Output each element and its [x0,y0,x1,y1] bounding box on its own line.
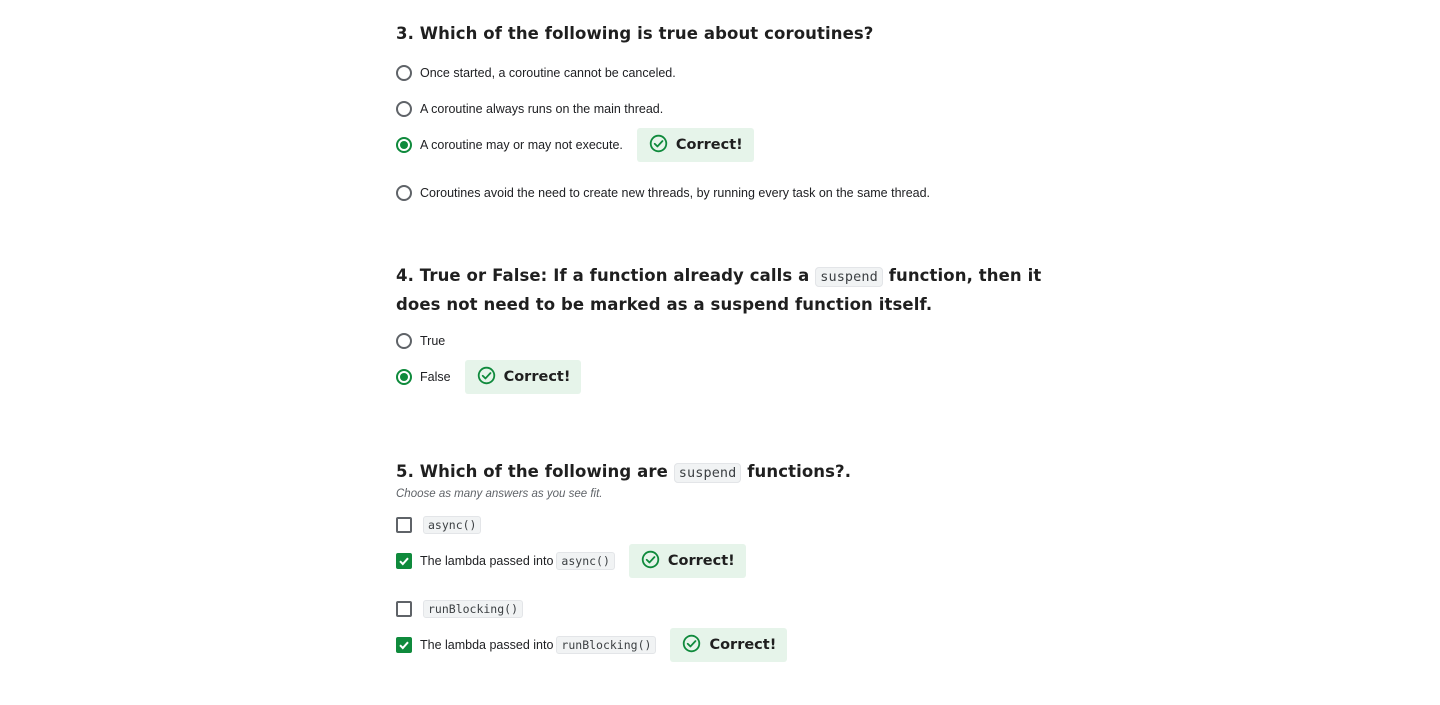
question-title: 5. Which of the following are suspend fu… [396,458,1046,487]
check-circle-icon [682,634,701,657]
question-4: 4. True or False: If a function already … [396,262,1046,394]
code-snippet: suspend [815,267,883,287]
q5-option-3[interactable]: runBlocking() [396,592,524,626]
option-text: The lambda passed into [420,638,554,652]
option-label: Once started, a coroutine cannot be canc… [420,66,676,80]
checkbox-checked[interactable] [396,637,412,653]
correct-label: Correct! [709,637,777,653]
option-label: A coroutine may or may not execute. [420,138,623,152]
correct-label: Correct! [667,553,735,569]
correct-feedback: Correct! [628,544,746,578]
radio-button[interactable] [396,185,412,201]
radio-button-selected[interactable] [396,369,412,385]
check-circle-icon [477,366,496,389]
question-title: 3. Which of the following is true about … [396,24,874,43]
option-label: A coroutine always runs on the main thre… [420,102,664,116]
q5-option-1[interactable]: async() [396,508,482,542]
question-instructions: Choose as many answers as you see fit. [396,488,603,500]
radio-button-selected[interactable] [396,137,412,153]
correct-label: Correct! [675,137,743,153]
correct-feedback: Correct! [636,128,754,162]
option-label: True [420,334,446,348]
question-title-part: functions?. [747,462,852,481]
q3-option-2[interactable]: A coroutine always runs on the main thre… [396,92,663,126]
correct-feedback: Correct! [670,628,788,662]
code-snippet: async() [423,516,482,534]
code-snippet: async() [556,552,615,570]
code-snippet: suspend [673,463,742,483]
question-title-part: 5. Which of the following are [396,462,668,481]
question-3: 3. Which of the following is true about … [396,20,1046,201]
radio-button[interactable] [396,101,412,117]
option-label: The lambda passed into runBlocking() [420,636,657,654]
question-title: 4. True or False: If a function already … [396,262,1046,318]
radio-button[interactable] [396,333,412,349]
q3-option-3[interactable]: A coroutine may or may not execute. Corr… [396,128,754,162]
option-label: async() [420,516,482,534]
checkbox[interactable] [396,601,412,617]
code-snippet: runBlocking() [556,636,657,654]
q4-option-true[interactable]: True [396,324,445,358]
check-circle-icon [641,550,660,573]
code-snippet: runBlocking() [423,600,524,618]
radio-button[interactable] [396,65,412,81]
question-title-part: 4. True or False: If a function already … [396,266,810,285]
q4-option-false[interactable]: False Correct! [396,360,582,394]
option-label: Coroutines avoid the need to create new … [420,186,931,200]
question-5: 5. Which of the following are suspend fu… [396,458,1046,662]
check-circle-icon [649,134,668,157]
q3-option-1[interactable]: Once started, a coroutine cannot be canc… [396,56,676,90]
q5-option-4[interactable]: The lambda passed into runBlocking() Cor… [396,628,788,662]
option-label: runBlocking() [420,600,524,618]
q5-option-2[interactable]: The lambda passed into async() Correct! [396,544,746,578]
checkbox-checked[interactable] [396,553,412,569]
correct-label: Correct! [503,369,571,385]
option-label: False [420,370,451,384]
option-label: The lambda passed into async() [420,552,615,570]
option-text: The lambda passed into [420,554,554,568]
q3-option-4[interactable]: Coroutines avoid the need to create new … [396,176,930,210]
correct-feedback: Correct! [464,360,582,394]
checkbox[interactable] [396,517,412,533]
